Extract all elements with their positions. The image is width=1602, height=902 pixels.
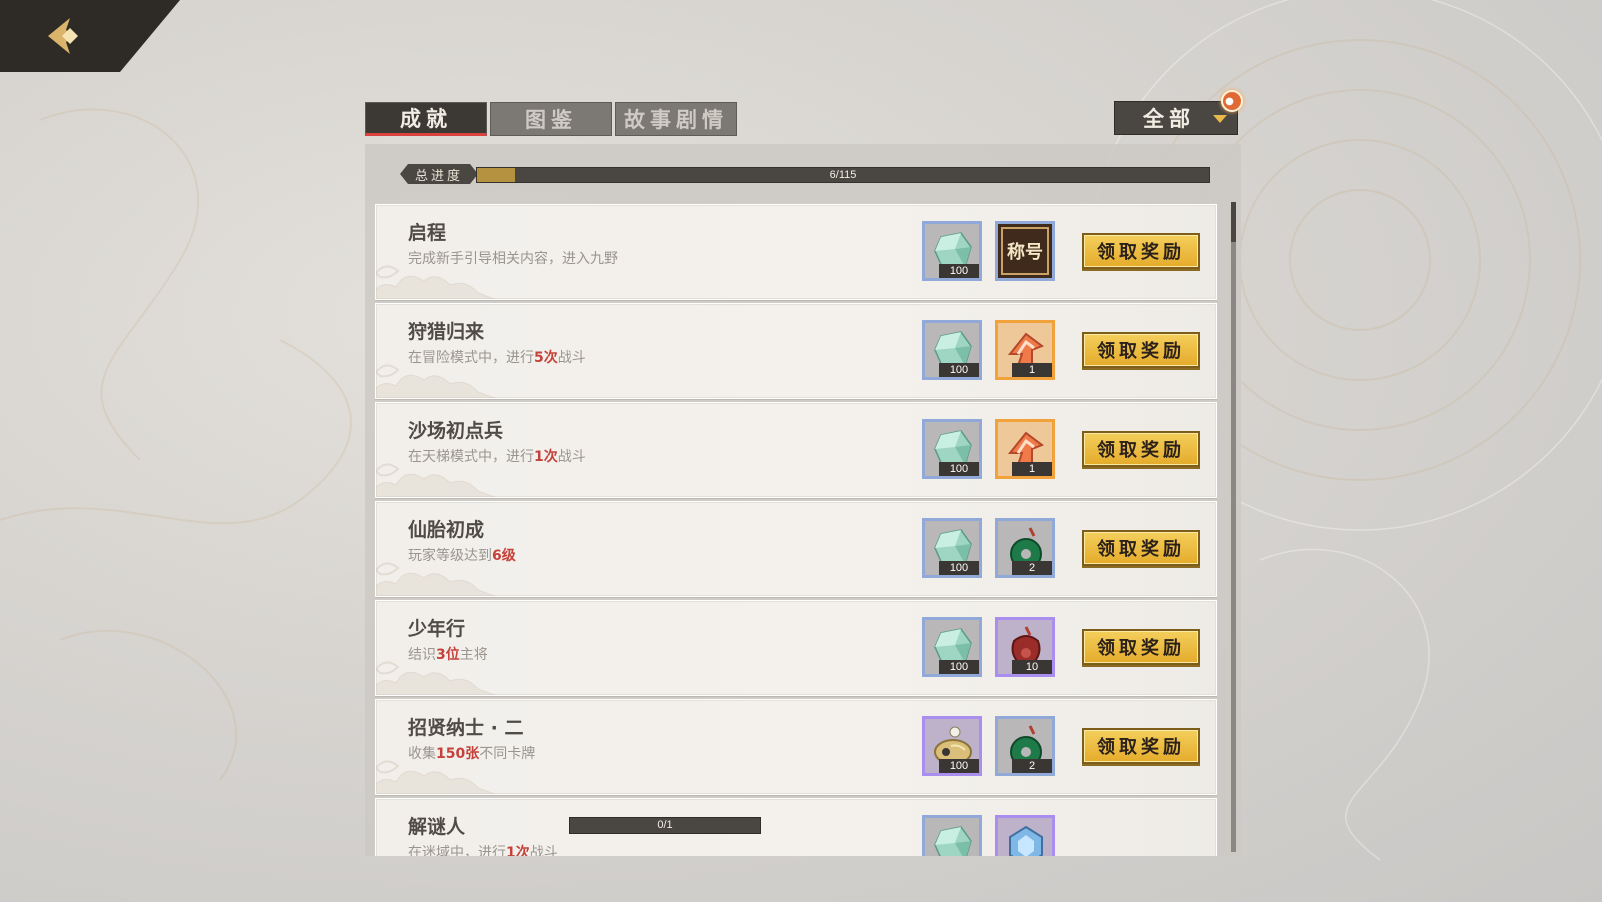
- description-segment: 完成新手引导相关内容，进入九野: [408, 251, 618, 267]
- achievement-card: 少年行结识3位主将 100 10 领取奖励: [375, 600, 1217, 696]
- back-button[interactable]: [0, 0, 180, 72]
- reward-count: 1: [1012, 363, 1052, 377]
- tab-bar: 成就 图鉴 故事剧情: [365, 102, 737, 136]
- description-segment: 在冒险模式中，进行: [408, 350, 534, 366]
- filter-label: 全部: [1143, 106, 1195, 131]
- reward-count: 100: [939, 363, 979, 377]
- description-segment: 主将: [459, 647, 488, 663]
- description-segment: 6级: [492, 548, 516, 564]
- claim-reward-button[interactable]: 领取奖励: [1082, 728, 1200, 764]
- reward-item[interactable]: 100: [922, 221, 982, 281]
- scrollbar[interactable]: [1231, 202, 1236, 852]
- reward-count: 2: [1012, 759, 1052, 773]
- reward-item[interactable]: 1: [995, 419, 1055, 479]
- reward-item[interactable]: 100: [922, 419, 982, 479]
- back-arrow-icon: [48, 18, 78, 54]
- description-segment: 战斗: [557, 449, 586, 465]
- achievement-title: 仙胎初成: [408, 519, 485, 541]
- reward-item[interactable]: 100: [922, 320, 982, 380]
- reward-count: 1: [1012, 462, 1052, 476]
- achievement-card: 沙场初点兵在天梯模式中，进行1次战斗 100 1 领取奖励: [375, 402, 1217, 498]
- achievement-description: 完成新手引导相关内容，进入九野: [408, 248, 618, 268]
- filter-dropdown[interactable]: 全部 ●: [1114, 90, 1243, 135]
- reward-item[interactable]: 100: [922, 518, 982, 578]
- claim-reward-button[interactable]: 领取奖励: [1082, 431, 1200, 467]
- reward-count: 100: [939, 462, 979, 476]
- achievement-title: 招贤纳士 · 二: [408, 717, 524, 739]
- description-segment: 5次: [534, 350, 558, 366]
- achievement-progress-text: 0/1: [657, 819, 673, 831]
- title-badge-label: 称号: [1001, 227, 1049, 275]
- claim-reward-button[interactable]: 领取奖励: [1082, 332, 1200, 368]
- reward-count: 100: [939, 264, 979, 278]
- reward-item[interactable]: 100: [922, 617, 982, 677]
- achievement-title: 解谜人: [408, 816, 466, 838]
- description-segment: 结识: [408, 647, 436, 663]
- description-segment: 玩家等级达到: [408, 548, 492, 564]
- claim-reward-button[interactable]: 领取奖励: [1082, 629, 1200, 665]
- description-segment: 不同卡牌: [479, 746, 536, 762]
- description-segment: 1次: [534, 449, 558, 465]
- reward-count: 10: [1012, 660, 1052, 674]
- achievement-description: 在迷域中，进行1次战斗: [408, 842, 558, 856]
- reward-title-badge[interactable]: 称号: [995, 221, 1055, 281]
- tab-achievements[interactable]: 成就: [365, 102, 487, 136]
- description-segment: 150张: [436, 746, 480, 762]
- achievement-card: 启程完成新手引导相关内容，进入九野 100 称号 领取奖励: [375, 204, 1217, 300]
- reward-count: 100: [939, 759, 979, 773]
- notification-badge-icon: ●: [1221, 90, 1243, 112]
- achievement-title: 狩猎归来: [408, 321, 485, 343]
- achievement-card: 仙胎初成玩家等级达到6级 100 2 领取奖励: [375, 501, 1217, 597]
- total-progress-bar: 6/115: [476, 167, 1210, 183]
- achievement-title: 启程: [408, 222, 447, 244]
- total-progress-label: 总进度: [400, 164, 478, 184]
- tab-codex[interactable]: 图鉴: [490, 102, 612, 136]
- achievement-description: 结识3位主将: [408, 644, 488, 664]
- achievement-description: 在天梯模式中，进行1次战斗: [408, 446, 586, 466]
- description-segment: 在天梯模式中，进行: [408, 449, 534, 465]
- total-progress-text: 6/115: [829, 169, 857, 181]
- reward-item[interactable]: 1: [995, 320, 1055, 380]
- claim-reward-button[interactable]: 领取奖励: [1082, 530, 1200, 566]
- description-segment: 战斗: [557, 350, 586, 366]
- reward-count: 100: [939, 660, 979, 674]
- claim-reward-button[interactable]: 领取奖励: [1082, 233, 1200, 269]
- description-segment: 收集: [408, 746, 436, 762]
- description-segment: 战斗: [529, 845, 558, 856]
- description-segment: 1次: [506, 845, 530, 856]
- achievement-title: 少年行: [408, 618, 466, 640]
- chevron-down-icon: [1213, 115, 1227, 123]
- achievement-description: 收集150张不同卡牌: [408, 743, 535, 763]
- reward-item[interactable]: 2: [995, 518, 1055, 578]
- achievement-card: 招贤纳士 · 二收集150张不同卡牌 100 2 领取奖励: [375, 699, 1217, 795]
- description-segment: 在迷域中，进行: [408, 845, 506, 856]
- achievement-title: 沙场初点兵: [408, 420, 504, 442]
- achievement-list[interactable]: 启程 完成新手引导相关内容，进入九野 100 称号 领取奖励 狩猎归来 在冒险模式中，进行5…: [375, 204, 1217, 856]
- achievement-description: 玩家等级达到6级: [408, 545, 516, 565]
- achievement-description: 在冒险模式中，进行5次战斗: [408, 347, 586, 367]
- reward-item[interactable]: 10: [995, 617, 1055, 677]
- scrollbar-thumb[interactable]: [1231, 202, 1236, 242]
- reward-item[interactable]: [995, 815, 1055, 856]
- total-progress: 总进度 6/115: [400, 164, 1210, 184]
- achievement-card: 狩猎归来在冒险模式中，进行5次战斗 100 1 领取奖励: [375, 303, 1217, 399]
- reward-count: 2: [1012, 561, 1052, 575]
- achievement-progress-bar: 0/1: [569, 817, 761, 834]
- reward-item[interactable]: 100: [922, 716, 982, 776]
- tab-story[interactable]: 故事剧情: [615, 102, 737, 136]
- achievement-panel: 总进度 6/115 启程 完成新手引导相关内容，进入九野 100 称号 领取奖励 狩猎归来…: [365, 144, 1241, 856]
- reward-item[interactable]: 2: [995, 716, 1055, 776]
- reward-count: 100: [939, 561, 979, 575]
- reward-item[interactable]: [922, 815, 982, 856]
- description-segment: 3位: [436, 647, 460, 663]
- achievement-card: 解谜人在迷域中，进行1次战斗 0/1: [375, 798, 1217, 856]
